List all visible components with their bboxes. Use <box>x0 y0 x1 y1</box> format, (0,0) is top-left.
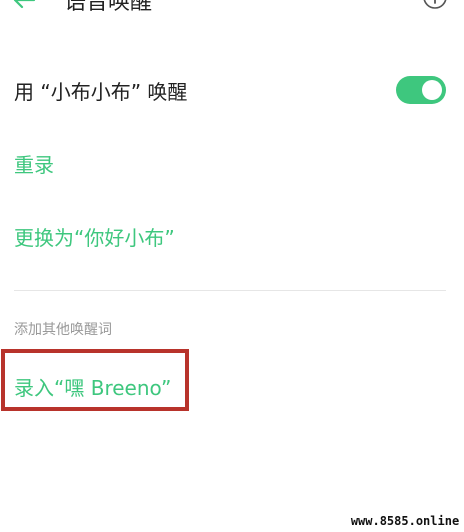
other-wake-words-section-label: 添加其他唤醒词 <box>14 322 112 338</box>
info-circle-icon[interactable] <box>422 0 448 10</box>
voice-wake-settings-screen: 语音唤醒 用 “小布小布” 唤醒 重录 更换为“你好小布” 添加其他唤醒词 录入… <box>0 0 464 532</box>
change-wake-word-link[interactable]: 更换为“你好小布” <box>14 222 175 251</box>
rerecord-link[interactable]: 重录 <box>14 149 54 178</box>
arrow-left-icon[interactable] <box>10 0 38 12</box>
watermark: www.8585.online <box>346 511 464 532</box>
header: 语音唤醒 <box>0 0 464 22</box>
divider <box>14 290 446 291</box>
toggle-knob <box>422 80 442 100</box>
page-title: 语音唤醒 <box>64 0 153 15</box>
wake-word-toggle[interactable] <box>396 76 446 104</box>
wake-word-toggle-label: 用 “小布小布” 唤醒 <box>14 80 188 104</box>
highlight-annotation-box <box>1 349 189 411</box>
